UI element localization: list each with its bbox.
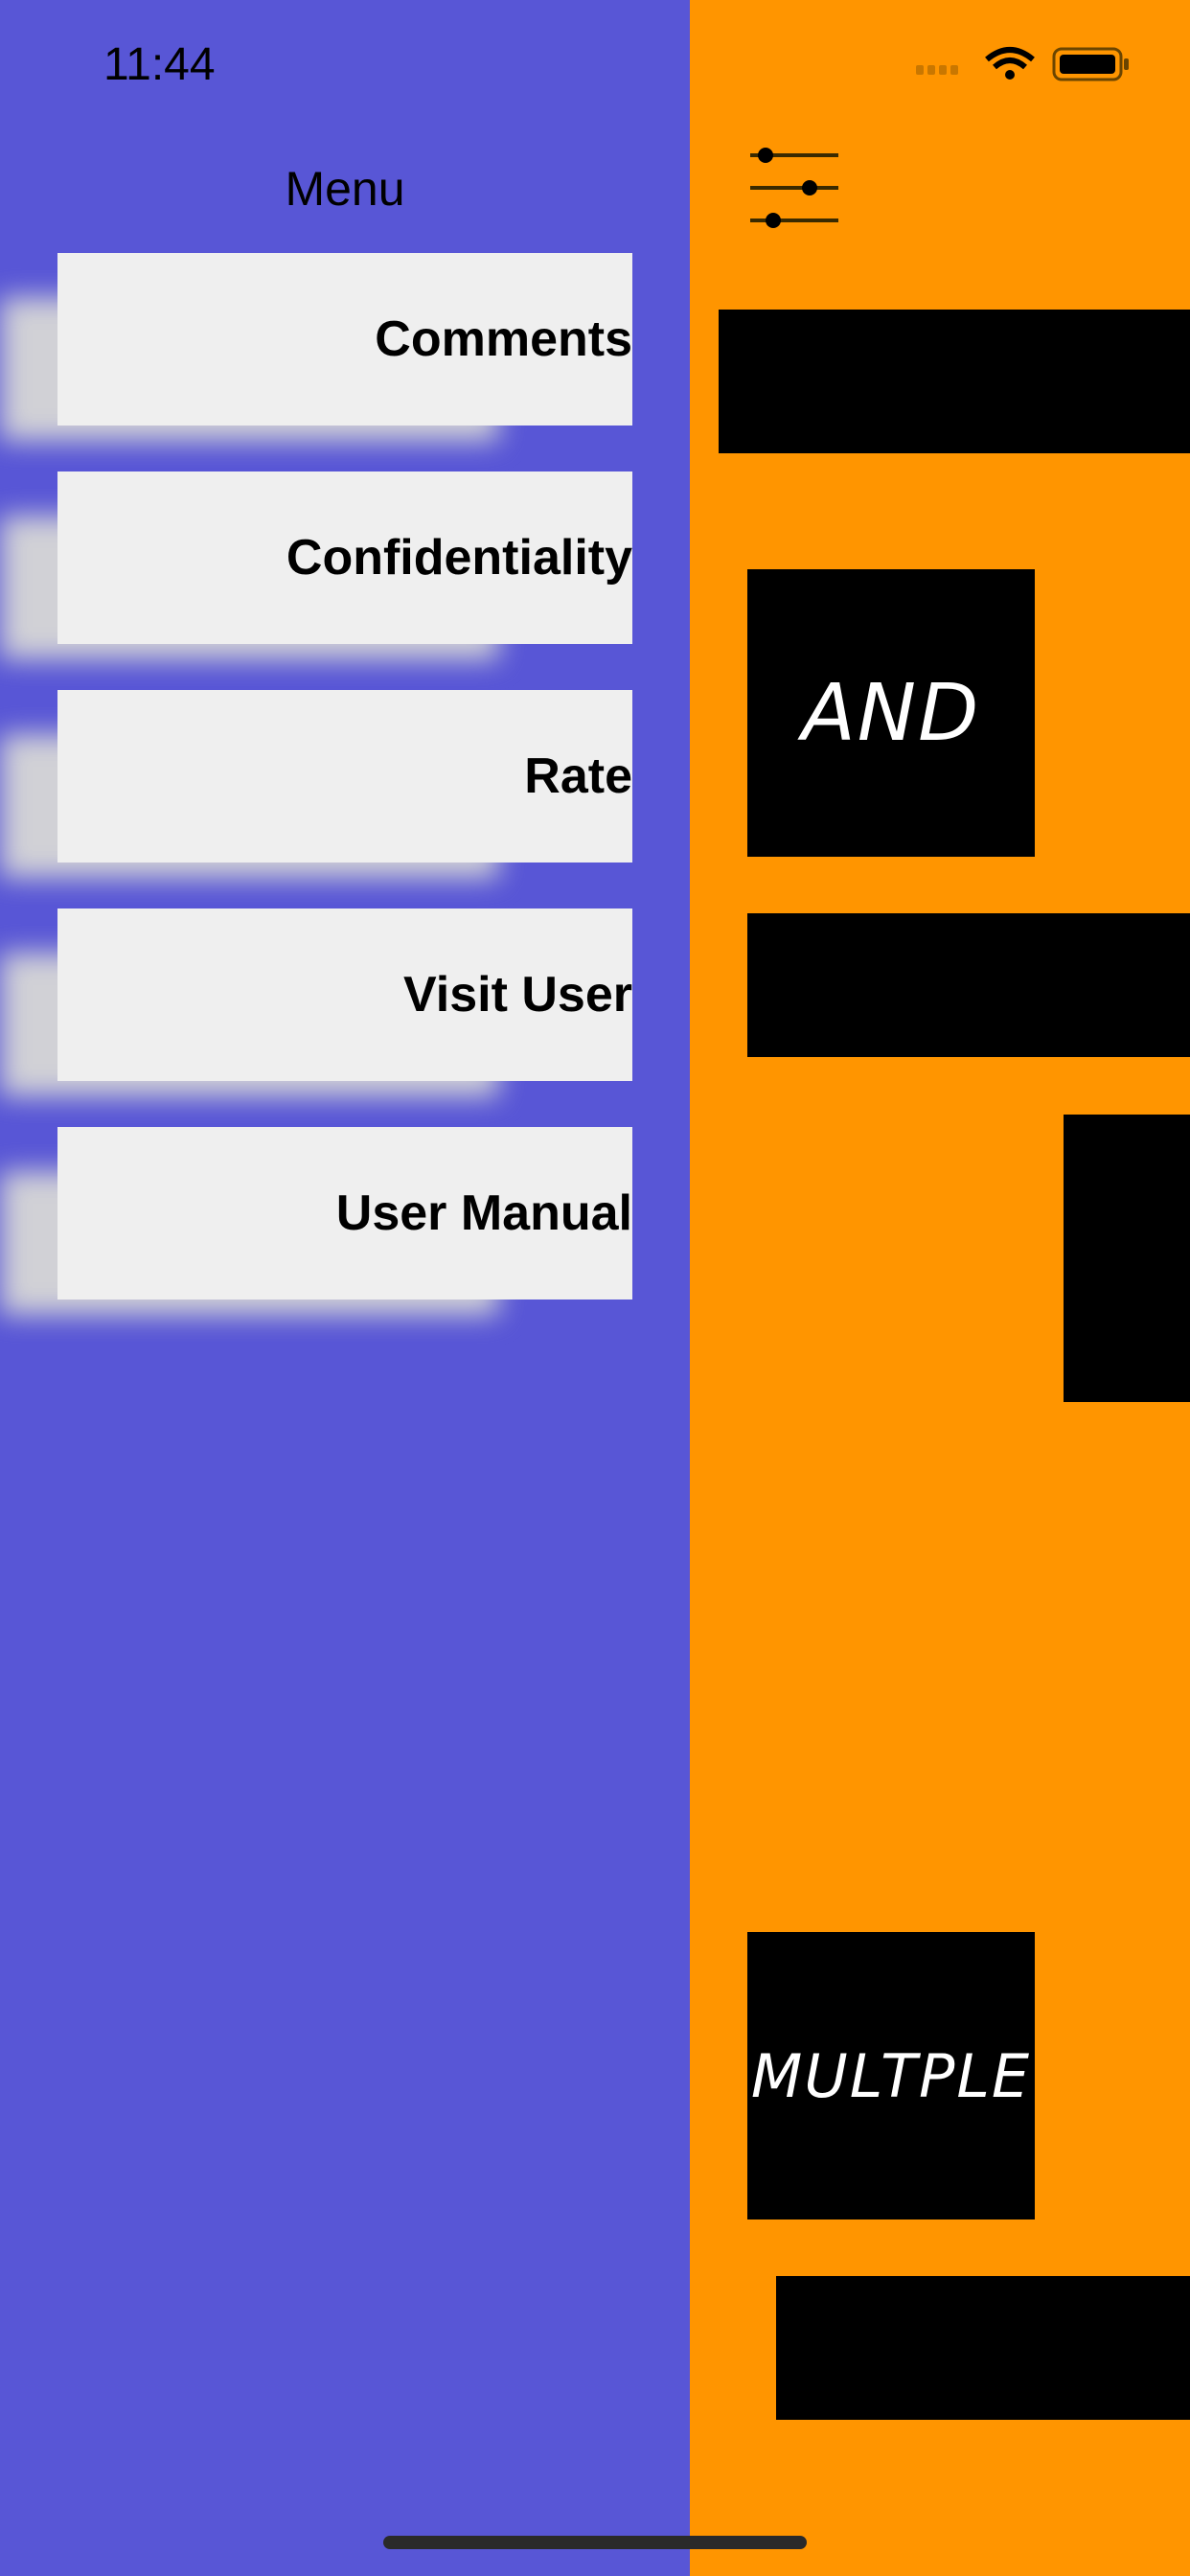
home-indicator[interactable] [383,2536,807,2549]
menu-item-confidentiality[interactable]: Confidentiality [57,472,632,644]
menu-title: Menu [285,162,405,216]
cellular-signal-icon [916,65,958,75]
wifi-icon [985,47,1035,80]
word-tile-text: MULTPLE [750,2040,1032,2111]
content-block-4 [776,2276,1190,2420]
word-tile-and[interactable]: AND [747,569,1035,857]
content-block-1 [719,310,1190,453]
menu-item-visit-user[interactable]: Visit User [57,908,632,1081]
status-icons [916,47,1129,81]
content-block-2 [747,913,1190,1057]
menu-item-comments[interactable]: Comments [57,253,632,426]
filter-sliders-icon[interactable] [743,142,848,238]
menu-item-user-manual[interactable]: User Manual [57,1127,632,1300]
content-block-3 [1064,1115,1190,1402]
main-content: AND MULTPLE [690,0,1190,2576]
menu-item-rate[interactable]: Rate [57,690,632,862]
battery-icon [1052,47,1129,81]
side-menu-drawer: Menu Comments Confidentiality Rate Visit… [0,0,690,2576]
status-time: 11:44 [103,39,216,90]
word-tile-multple[interactable]: MULTPLE [747,1932,1035,2220]
word-tile-text: AND [801,667,981,759]
